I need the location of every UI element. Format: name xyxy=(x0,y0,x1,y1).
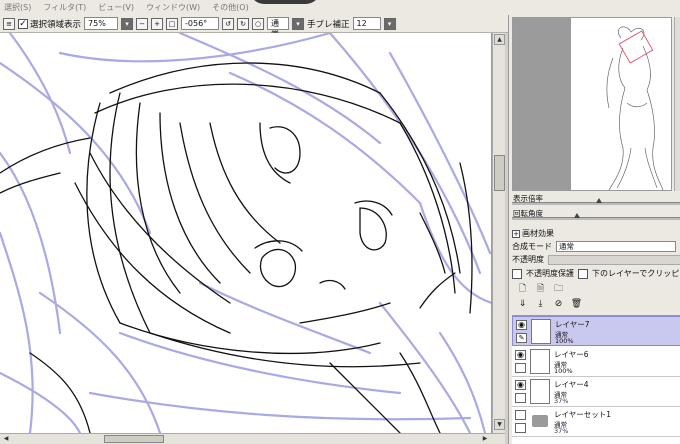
menu-other[interactable]: その他(O) xyxy=(212,2,249,13)
rotation-slider-track[interactable] xyxy=(512,217,680,220)
empty-lock-box[interactable] xyxy=(515,423,526,433)
title-bump xyxy=(250,0,320,4)
zoom-reset-icon[interactable]: □ xyxy=(166,17,179,30)
navigator-preview[interactable] xyxy=(512,17,672,191)
layer-row[interactable]: ◉ レイヤー4 通常 37% xyxy=(512,377,680,407)
toolbar: ≡ ✓ 選択領域表示 75% ▾ − + □ -056° ↺ ↻ ○ 通常 ▾ … xyxy=(0,15,510,39)
texture-effect-label: 画材効果 xyxy=(522,229,554,238)
layer-opacity: 37% xyxy=(554,397,569,405)
layer-thumbnail xyxy=(530,379,550,404)
drawing-canvas[interactable] xyxy=(0,33,492,433)
sketch-artwork xyxy=(0,33,491,433)
preserve-opacity-checkbox[interactable] xyxy=(512,268,522,279)
selection-display-label: 選択領域表示 xyxy=(30,19,82,30)
rotation-slider[interactable]: 回転角度 xyxy=(512,208,680,222)
selection-display-toggle[interactable]: ✓ 選択領域表示 xyxy=(18,18,81,30)
empty-lock-box[interactable] xyxy=(515,363,526,373)
canvas-horizontal-scrollbar[interactable]: ◀ ▶ xyxy=(0,433,505,444)
visibility-empty-box[interactable] xyxy=(515,410,526,420)
right-panel: 表示倍率 回転角度 + 画材効果 合成モード 通常 不透明度 不透明度保護 下の… xyxy=(508,15,680,444)
zoom-slider[interactable]: 表示倍率 xyxy=(512,193,680,207)
navigator-scrollbar[interactable] xyxy=(674,17,680,191)
stabilizer-dropdown-icon[interactable]: ▾ xyxy=(383,17,396,30)
layer-row[interactable]: ◉ レイヤー6 通常 100% xyxy=(512,347,680,377)
opacity-label: 不透明度 xyxy=(512,255,544,264)
zoom-field[interactable]: 75% xyxy=(84,17,119,30)
scroll-left-icon[interactable]: ◀ xyxy=(1,434,11,444)
layer-thumbnail xyxy=(530,349,550,374)
layer-tools-row-1: 🗋 🗎 🗀 xyxy=(517,283,564,294)
stabilizer-label: 手ブレ補正 xyxy=(307,19,350,30)
menu-view[interactable]: ビュー(V) xyxy=(98,2,134,13)
vertical-scroll-thumb[interactable] xyxy=(494,155,505,191)
protect-options-row: 不透明度保護 下のレイヤーでクリッピング xyxy=(512,268,680,279)
blend-dropdown-icon[interactable]: ▾ xyxy=(292,17,305,30)
zoom-slider-knob[interactable] xyxy=(596,198,602,203)
clear-layer-icon[interactable]: ⊘ xyxy=(553,298,564,309)
layer-tools-row-2: ⇓ ⤓ ⊘ 🗑 xyxy=(517,298,583,309)
opacity-slider[interactable] xyxy=(548,254,680,265)
rotate-right-icon[interactable]: ↻ xyxy=(237,17,250,30)
blend-mode-row: 合成モード 通常 xyxy=(512,241,676,252)
rotation-slider-knob[interactable] xyxy=(574,213,580,218)
blend-mode-select[interactable]: 通常 xyxy=(556,241,676,252)
zoom-dropdown-icon[interactable]: ▾ xyxy=(121,17,134,30)
folder-icon xyxy=(532,415,548,427)
preserve-opacity-label: 不透明度保護 xyxy=(526,269,574,278)
expand-plus-icon[interactable]: + xyxy=(512,229,520,238)
new-folder-icon[interactable]: 🗀 xyxy=(553,283,564,294)
menu-window[interactable]: ウィンドウ(W) xyxy=(146,2,200,13)
clip-checkbox[interactable] xyxy=(578,268,588,279)
layer-thumbnail xyxy=(531,319,551,344)
visibility-eye-icon[interactable]: ◉ xyxy=(515,380,526,390)
layer-opacity: 100% xyxy=(555,337,574,345)
empty-lock-box[interactable] xyxy=(515,393,526,403)
visibility-eye-icon[interactable]: ◉ xyxy=(516,320,527,330)
layer-opacity: 100% xyxy=(554,367,573,375)
zoom-out-icon[interactable]: − xyxy=(136,17,149,30)
scroll-down-icon[interactable]: ▼ xyxy=(494,419,505,430)
scroll-up-icon[interactable]: ▲ xyxy=(494,34,505,45)
rotate-reset-icon[interactable]: ○ xyxy=(252,17,265,30)
stabilizer-field[interactable]: 12 xyxy=(352,17,381,30)
layer-opacity: 37% xyxy=(554,427,569,435)
blend-mode-label: 合成モード xyxy=(512,242,552,251)
new-linework-layer-icon[interactable]: 🗎 xyxy=(535,283,546,294)
layer-row[interactable]: ◉ ✎ レイヤー7 通常 100% xyxy=(512,316,680,346)
menu-filter[interactable]: フィルタ(T) xyxy=(43,2,86,13)
layer-row[interactable]: レイヤーセット1 通常 37% xyxy=(512,407,680,437)
menu-select[interactable]: 選択(S) xyxy=(4,2,31,13)
menu-bar: 選択(S) フィルタ(T) ビュー(V) ウィンドウ(W) その他(O) xyxy=(0,0,680,15)
delete-layer-icon[interactable]: 🗑 xyxy=(571,298,582,309)
texture-effect-section[interactable]: + 画材効果 xyxy=(512,228,554,239)
brush-icon[interactable]: ✎ xyxy=(516,333,527,343)
checkbox-checked-icon[interactable]: ✓ xyxy=(18,18,28,29)
rotation-field[interactable]: -056° xyxy=(181,17,220,30)
clip-label: 下のレイヤーでクリッピング xyxy=(592,269,680,278)
toolbar-menu-icon[interactable]: ≡ xyxy=(3,17,15,30)
visibility-eye-icon[interactable]: ◉ xyxy=(515,350,526,360)
merge-down-icon[interactable]: ⤓ xyxy=(535,298,546,309)
horizontal-scroll-thumb[interactable] xyxy=(104,435,164,443)
rotate-left-icon[interactable]: ↺ xyxy=(222,17,235,30)
navigator-thumbnail xyxy=(606,26,664,190)
layer-list: ◉ ✎ レイヤー7 通常 100% ◉ レイヤー6 通常 100% ◉ レイヤー… xyxy=(512,315,680,444)
zoom-in-icon[interactable]: + xyxy=(151,17,164,30)
opacity-row: 不透明度 xyxy=(512,254,680,265)
scroll-right-icon[interactable]: ▶ xyxy=(480,434,490,444)
canvas-vertical-scrollbar[interactable]: ▲ ▼ xyxy=(492,33,505,433)
new-layer-icon[interactable]: 🗋 xyxy=(517,283,528,294)
blend-mode-field[interactable]: 通常 xyxy=(267,17,290,39)
transfer-down-icon[interactable]: ⇓ xyxy=(517,298,528,309)
